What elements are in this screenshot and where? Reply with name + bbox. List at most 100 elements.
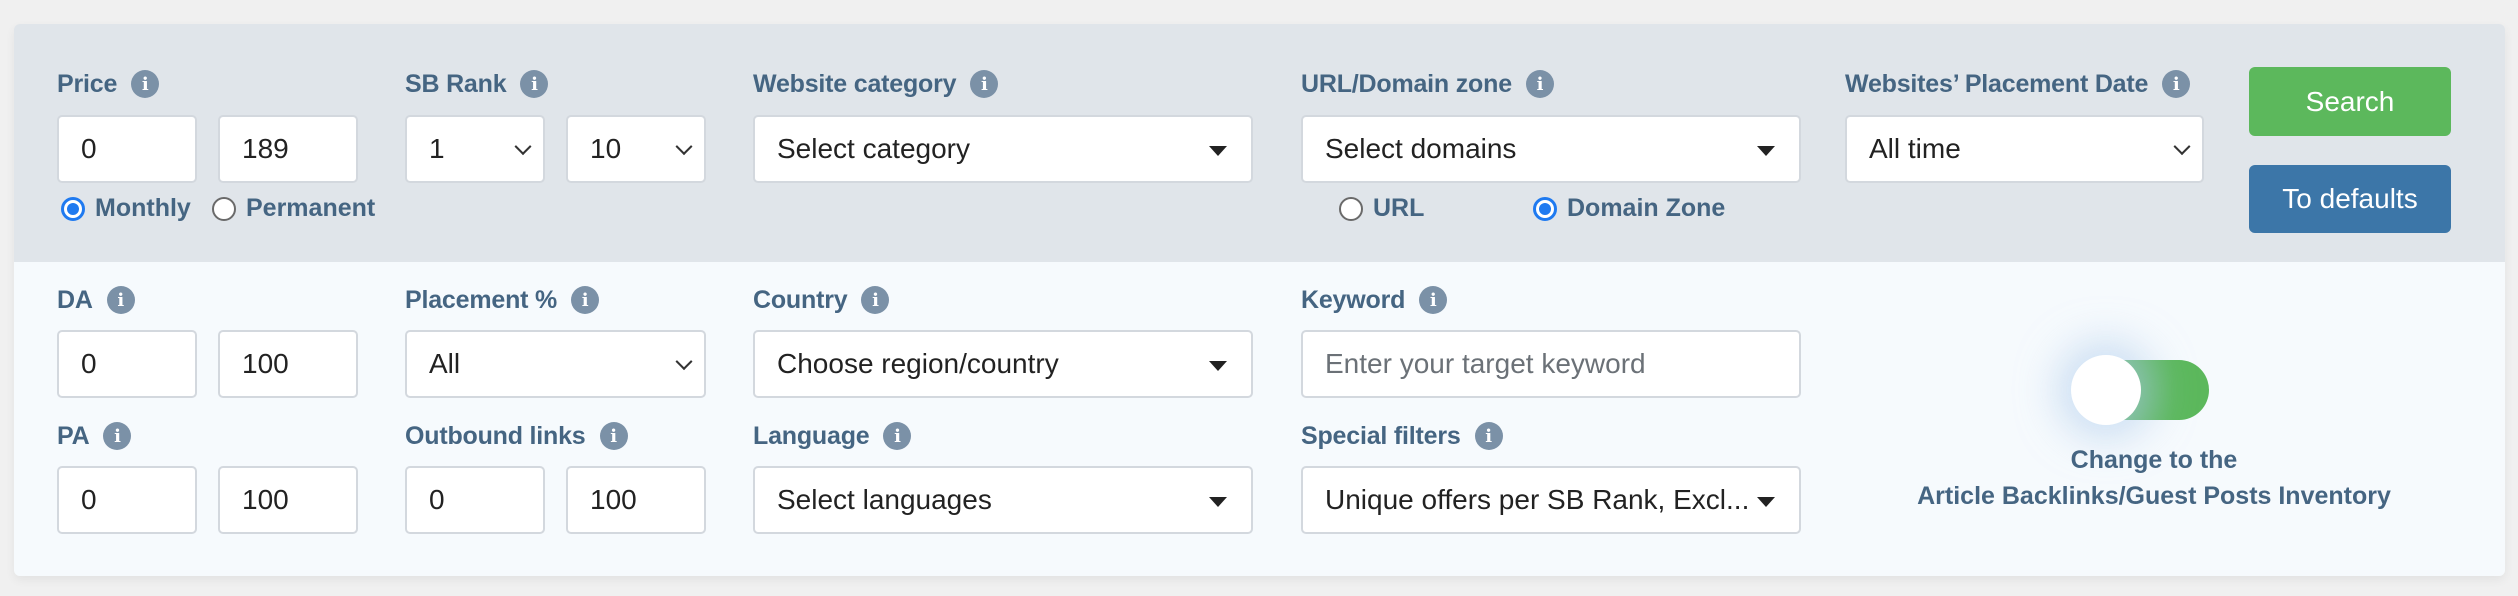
sb-rank-min-value: 1	[429, 133, 445, 164]
inventory-toggle-knob[interactable]	[2071, 355, 2141, 425]
price-min-input[interactable]: 0	[57, 115, 197, 183]
country-select[interactable]: Choose region/country	[753, 330, 1253, 398]
info-icon[interactable]: i	[1525, 70, 1554, 98]
country-label: Country i	[753, 284, 890, 316]
radio-permanent-dot[interactable]	[212, 196, 236, 221]
radio-permanent-label: Permanent	[246, 194, 376, 222]
radio-url-dot[interactable]	[1339, 196, 1363, 221]
placement-date-label: Websites’ Placement Date i	[1845, 68, 2191, 100]
placement-percent-select[interactable]: All	[405, 330, 706, 398]
outbound-links-max-input[interactable]: 100	[566, 466, 706, 534]
info-icon[interactable]: i	[883, 422, 912, 450]
da-max-value: 100	[242, 348, 289, 379]
info-icon[interactable]: i	[571, 286, 600, 314]
info-icon[interactable]: i	[861, 286, 890, 314]
website-category-label-text: Website category	[753, 69, 957, 98]
price-min-value: 0	[81, 133, 97, 164]
radio-monthly-dot[interactable]	[61, 196, 85, 221]
placement-percent-value: All	[429, 348, 461, 379]
placement-percent-label: Placement % i	[405, 284, 600, 316]
special-filters-value: Unique offers per SB Rank, Excl...	[1325, 484, 1750, 515]
radio-domain-zone[interactable]: Domain Zone	[1533, 194, 1725, 223]
country-value: Choose region/country	[777, 348, 1059, 379]
outbound-links-max-value: 100	[590, 484, 637, 515]
radio-url-label: URL	[1373, 194, 1425, 222]
info-icon[interactable]: i	[970, 70, 999, 98]
url-domain-zone-label-text: URL/Domain zone	[1301, 69, 1512, 98]
url-domain-zone-label: URL/Domain zone i	[1301, 68, 1554, 100]
info-icon[interactable]: i	[520, 70, 549, 98]
chevron-down-icon	[2173, 138, 2191, 156]
special-filters-label-text: Special filters	[1301, 421, 1461, 450]
outbound-links-min-input[interactable]: 0	[405, 466, 545, 534]
keyword-placeholder: Enter your target keyword	[1325, 348, 1646, 379]
language-select[interactable]: Select languages	[753, 466, 1253, 534]
pa-min-input[interactable]: 0	[57, 466, 197, 534]
sb-rank-min-select[interactable]: 1	[405, 115, 545, 183]
url-domain-zone-select[interactable]: Select domains	[1301, 115, 1801, 183]
info-icon[interactable]: i	[106, 286, 135, 314]
pa-max-value: 100	[242, 484, 289, 515]
sb-rank-max-select[interactable]: 10	[566, 115, 706, 183]
country-label-text: Country	[753, 285, 848, 314]
sb-rank-label-text: SB Rank	[405, 69, 507, 98]
price-max-input[interactable]: 189	[218, 115, 358, 183]
caret-down-icon	[1209, 497, 1227, 507]
info-icon[interactable]: i	[1474, 422, 1503, 450]
info-icon[interactable]: i	[131, 70, 160, 98]
inventory-toggle-line1: Change to the	[2070, 446, 2238, 474]
radio-domain-zone-label: Domain Zone	[1567, 194, 1726, 222]
outbound-links-min-value: 0	[429, 484, 445, 515]
radio-url[interactable]: URL	[1339, 194, 1424, 223]
outbound-links-label: Outbound links i	[405, 420, 628, 452]
info-icon[interactable]: i	[599, 422, 628, 450]
pa-min-value: 0	[81, 484, 97, 515]
info-icon[interactable]: i	[2162, 70, 2191, 98]
chevron-down-icon	[675, 353, 693, 371]
inventory-toggle-label: Change to the Article Backlinks/Guest Po…	[1894, 442, 2414, 514]
radio-domain-zone-dot[interactable]	[1533, 196, 1557, 221]
language-label-text: Language	[753, 421, 870, 450]
language-label: Language i	[753, 420, 912, 452]
da-label-text: DA	[57, 285, 93, 314]
chevron-down-icon	[675, 138, 693, 156]
chevron-down-icon	[514, 138, 532, 156]
pa-max-input[interactable]: 100	[218, 466, 358, 534]
keyword-label: Keyword i	[1301, 284, 1448, 316]
keyword-input[interactable]: Enter your target keyword	[1301, 330, 1801, 398]
caret-down-icon	[1209, 146, 1227, 156]
radio-monthly-label: Monthly	[95, 194, 191, 222]
radio-monthly[interactable]: Monthly	[61, 194, 191, 223]
price-max-value: 189	[242, 133, 289, 164]
special-filters-select[interactable]: Unique offers per SB Rank, Excl...	[1301, 466, 1801, 534]
website-category-select[interactable]: Select category	[753, 115, 1253, 183]
price-label: Price i	[57, 68, 160, 100]
pa-label-text: PA	[57, 421, 90, 450]
radio-permanent[interactable]: Permanent	[212, 194, 375, 223]
info-icon[interactable]: i	[1419, 286, 1448, 314]
inventory-toggle-line2: Article Backlinks/Guest Posts Inventory	[1917, 482, 2391, 510]
caret-down-icon	[1757, 146, 1775, 156]
outbound-links-label-text: Outbound links	[405, 421, 586, 450]
placement-date-select[interactable]: All time	[1845, 115, 2204, 183]
search-button[interactable]: Search	[2249, 67, 2451, 136]
special-filters-label: Special filters i	[1301, 420, 1503, 452]
da-max-input[interactable]: 100	[218, 330, 358, 398]
language-value: Select languages	[777, 484, 992, 515]
info-icon[interactable]: i	[103, 422, 132, 450]
price-label-text: Price	[57, 69, 118, 98]
filter-panel: Price i 0 189 Monthly Permanent SB Rank …	[14, 24, 2505, 576]
placement-date-label-text: Websites’ Placement Date	[1845, 69, 2149, 98]
pa-label: PA i	[57, 420, 132, 452]
website-category-label: Website category i	[753, 68, 999, 100]
sb-rank-max-value: 10	[590, 133, 622, 164]
url-domain-zone-value: Select domains	[1325, 133, 1517, 164]
sb-rank-label: SB Rank i	[405, 68, 549, 100]
da-label: DA i	[57, 284, 135, 316]
caret-down-icon	[1209, 361, 1227, 371]
to-defaults-button[interactable]: To defaults	[2249, 165, 2451, 233]
keyword-label-text: Keyword	[1301, 285, 1406, 314]
da-min-value: 0	[81, 348, 97, 379]
da-min-input[interactable]: 0	[57, 330, 197, 398]
placement-date-value: All time	[1869, 133, 1961, 164]
